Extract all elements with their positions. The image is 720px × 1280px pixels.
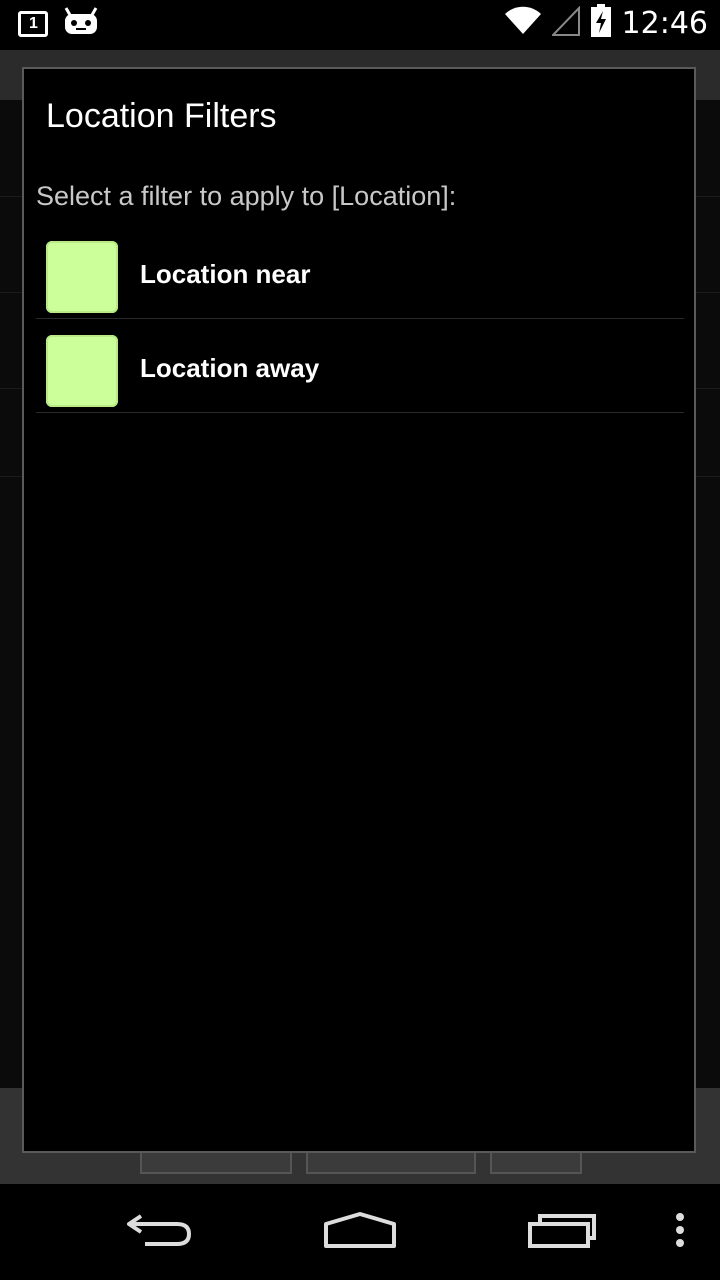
notification-count-icon: 1 [18,10,48,37]
cyanogenmod-android-icon [62,6,100,41]
filter-item-location-away[interactable]: Location away [36,319,684,413]
battery-charging-icon [590,4,612,43]
cell-signal-icon [550,5,580,41]
background-button [490,1150,582,1174]
back-button[interactable] [112,1202,208,1262]
background-button [306,1150,476,1174]
notification-badge: 1 [29,14,38,32]
filter-item-location-near[interactable]: Location near [36,225,684,319]
filter-item-label: Location away [140,353,320,383]
wifi-icon [504,6,542,41]
home-button[interactable] [312,1202,408,1262]
status-clock: 12:46 [621,6,708,41]
recent-apps-button[interactable] [514,1202,610,1262]
dialog-message: Select a filter to apply to [Location]: [36,181,457,211]
filter-color-swatch [46,241,118,313]
status-bar: 1 12:46 [0,0,720,50]
filter-color-swatch [46,335,118,407]
filter-item-label: Location near [140,259,311,289]
recent-apps-icon [526,1210,598,1255]
location-filters-dialog: Location Filters Select a filter to appl… [22,67,696,1153]
overflow-menu-icon [675,1212,685,1253]
background-button [140,1150,292,1174]
overflow-menu-button[interactable] [634,1202,720,1262]
home-icon [322,1210,398,1255]
back-icon [125,1210,195,1255]
dialog-title: Location Filters [46,97,277,135]
navigation-bar [0,1184,720,1280]
